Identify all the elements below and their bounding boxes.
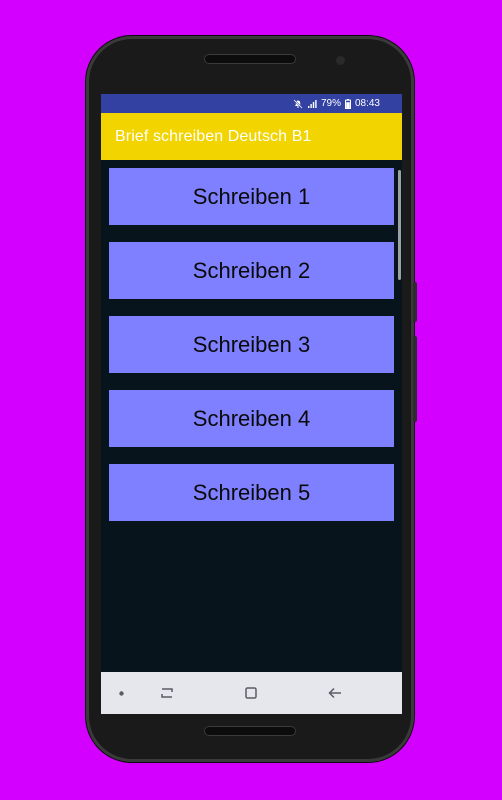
phone-screen: 79% 08:43 Brief schreiben Deutsch B1 Sch… [101,94,402,714]
app-title: Brief schreiben Deutsch B1 [115,127,312,145]
back-arrow-icon[interactable] [325,683,345,703]
navigation-bar [101,672,402,714]
status-time: 08:43 [354,98,380,109]
letter-list: Schreiben 1 Schreiben 2 Schreiben 3 Schr… [109,168,394,538]
phone-frame: 79% 08:43 Brief schreiben Deutsch B1 Sch… [86,36,417,762]
schreiben-2-button[interactable]: Schreiben 2 [109,242,394,299]
status-bar: 79% 08:43 [101,94,402,113]
mute-icon [293,98,303,109]
dot-icon [117,686,125,700]
schreiben-3-button[interactable]: Schreiben 3 [109,316,394,373]
volume-button [413,282,417,322]
recents-swap-icon[interactable] [157,683,177,703]
battery-percent: 79% [320,98,341,109]
front-camera [336,56,345,65]
battery-icon [344,98,351,109]
scroll-indicator[interactable] [398,170,401,280]
bottom-speaker [204,726,296,736]
power-button [413,336,417,422]
home-square-icon[interactable] [241,683,261,703]
schreiben-1-button[interactable]: Schreiben 1 [109,168,394,225]
schreiben-4-button[interactable]: Schreiben 4 [109,390,394,447]
schreiben-5-button[interactable]: Schreiben 5 [109,464,394,521]
app-bar: Brief schreiben Deutsch B1 [101,113,402,160]
earpiece-speaker [204,54,296,64]
page-background: 79% 08:43 Brief schreiben Deutsch B1 Sch… [0,0,502,800]
signal-icon [307,99,317,109]
